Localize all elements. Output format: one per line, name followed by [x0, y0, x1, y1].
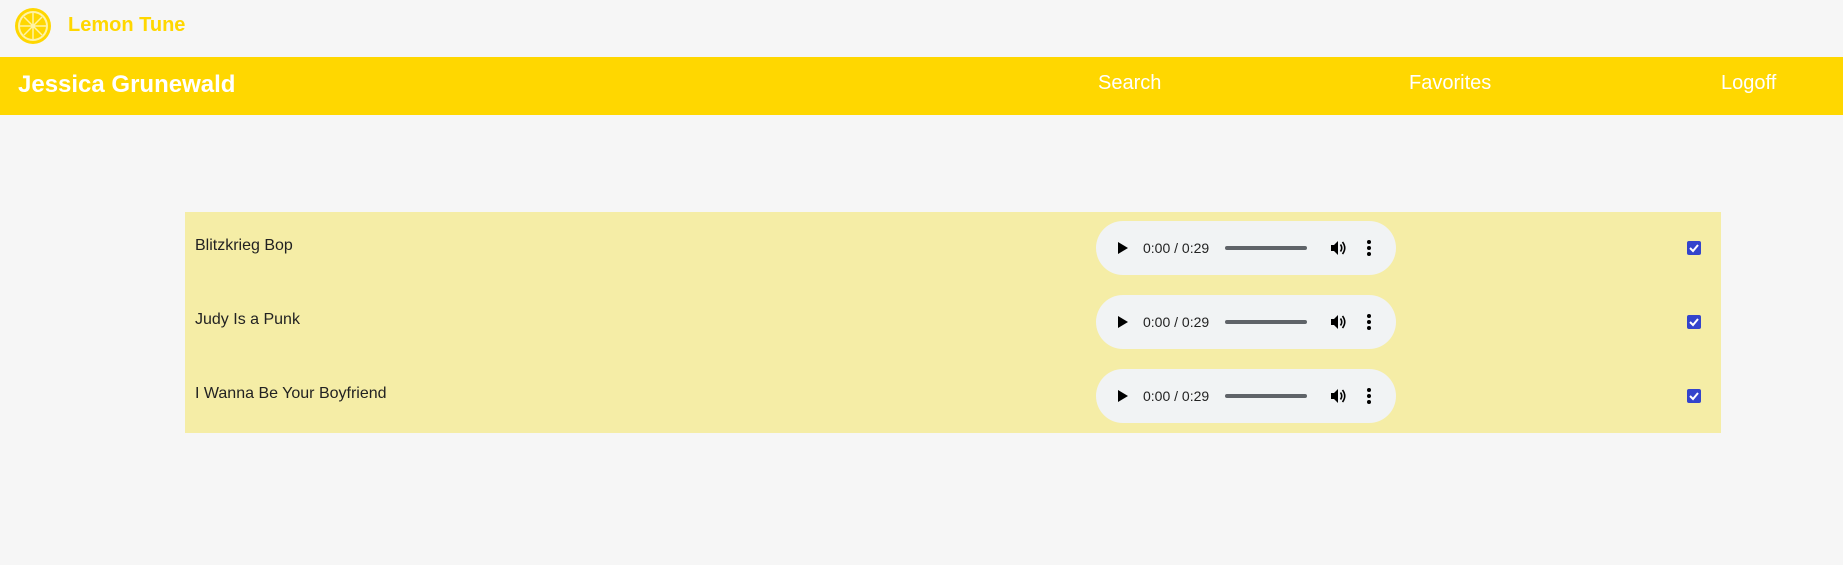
play-icon[interactable]: [1114, 314, 1130, 330]
progress-slider[interactable]: [1225, 320, 1307, 324]
song-title: Judy Is a Punk: [195, 311, 300, 328]
more-options-icon[interactable]: [1366, 239, 1372, 257]
audio-player[interactable]: 0:00 / 0:29: [1096, 295, 1396, 349]
volume-icon[interactable]: [1329, 313, 1347, 331]
play-icon[interactable]: [1114, 240, 1130, 256]
checkmark-icon: [1689, 244, 1699, 253]
top-bar: Lemon Tune: [0, 0, 1843, 56]
song-row: I Wanna Be Your Boyfriend 0:00 / 0:29: [185, 360, 1721, 434]
song-row: Blitzkrieg Bop 0:00 / 0:29: [185, 212, 1721, 286]
volume-icon[interactable]: [1329, 387, 1347, 405]
song-list: Blitzkrieg Bop 0:00 / 0:29 Judy Is a Pun…: [185, 212, 1721, 433]
song-title: Blitzkrieg Bop: [195, 237, 293, 254]
checkmark-icon: [1689, 318, 1699, 327]
time-display: 0:00 / 0:29: [1143, 314, 1210, 330]
favorite-checkbox[interactable]: [1687, 315, 1701, 329]
play-icon[interactable]: [1114, 388, 1130, 404]
nav-favorites-link[interactable]: Favorites: [1409, 72, 1491, 95]
app-title: Lemon Tune: [68, 14, 186, 36]
progress-slider[interactable]: [1225, 394, 1307, 398]
nav-search-link[interactable]: Search: [1098, 72, 1161, 95]
favorite-checkbox[interactable]: [1687, 389, 1701, 403]
nav-logoff-link[interactable]: Logoff: [1721, 72, 1776, 95]
progress-slider[interactable]: [1225, 246, 1307, 250]
favorite-checkbox[interactable]: [1687, 241, 1701, 255]
song-row: Judy Is a Punk 0:00 / 0:29: [185, 286, 1721, 360]
audio-player[interactable]: 0:00 / 0:29: [1096, 221, 1396, 275]
volume-icon[interactable]: [1329, 239, 1347, 257]
lemon-icon: [15, 8, 51, 44]
more-options-icon[interactable]: [1366, 313, 1372, 331]
time-display: 0:00 / 0:29: [1143, 240, 1210, 256]
user-name: Jessica Grunewald: [18, 71, 236, 98]
more-options-icon[interactable]: [1366, 387, 1372, 405]
checkmark-icon: [1689, 392, 1699, 401]
song-title: I Wanna Be Your Boyfriend: [195, 385, 387, 402]
audio-player[interactable]: 0:00 / 0:29: [1096, 369, 1396, 423]
time-display: 0:00 / 0:29: [1143, 388, 1210, 404]
main-navbar: Jessica Grunewald Search Favorites Logof…: [0, 57, 1843, 115]
